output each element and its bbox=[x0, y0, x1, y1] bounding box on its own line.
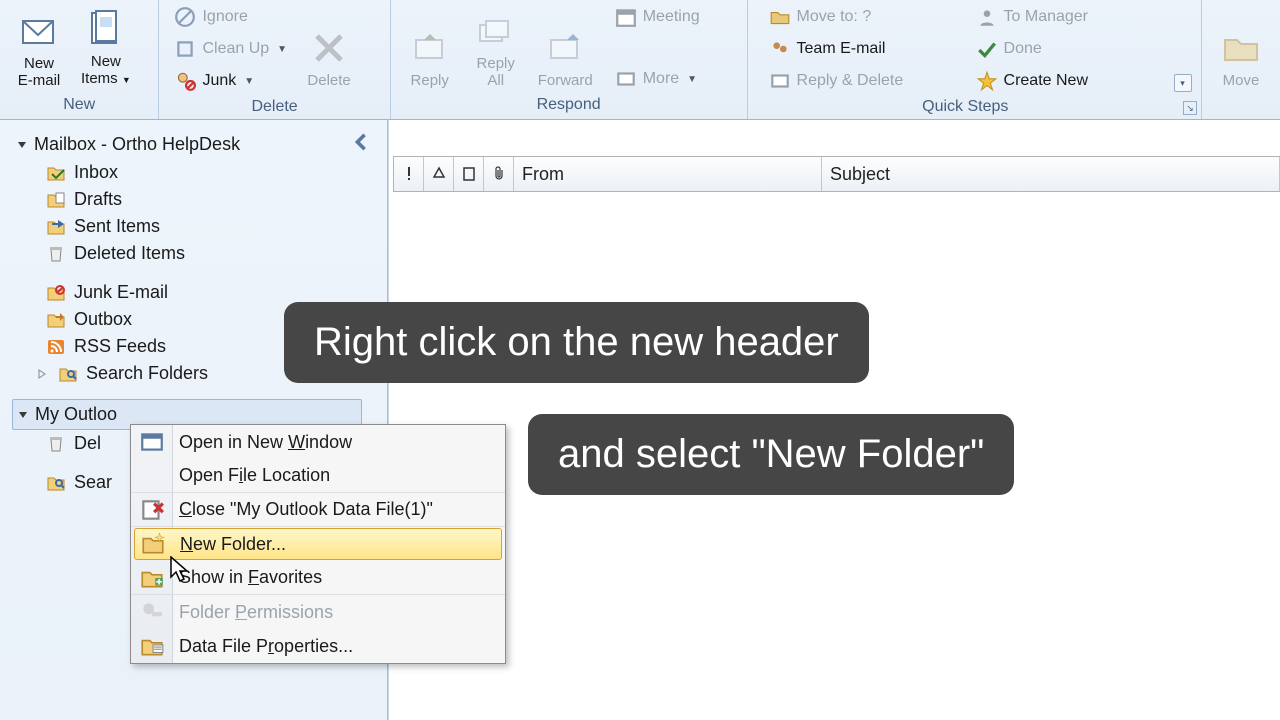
expander-icon bbox=[17, 409, 29, 421]
more-respond-button[interactable]: More▼ bbox=[606, 64, 709, 94]
cleanup-icon bbox=[174, 38, 196, 60]
properties-icon bbox=[139, 633, 165, 659]
ctx-close-datafile[interactable]: Close "My Outlook Data File(1)" bbox=[131, 493, 505, 527]
new-items-icon bbox=[86, 9, 126, 49]
folder-drafts[interactable]: Drafts bbox=[12, 186, 387, 213]
col-importance[interactable] bbox=[394, 157, 424, 191]
createnew-icon bbox=[976, 70, 998, 92]
mouse-cursor bbox=[170, 556, 192, 584]
trash-icon bbox=[46, 435, 66, 453]
close-file-icon bbox=[139, 497, 165, 523]
cleanup-button[interactable]: Clean Up▼ bbox=[165, 34, 296, 64]
outbox-icon bbox=[46, 311, 66, 329]
permissions-icon bbox=[139, 599, 165, 625]
team-icon bbox=[769, 38, 791, 60]
ribbon-group-new: New E-mail New Items ▼ New bbox=[0, 0, 159, 119]
mailbox-header-label: Mailbox - Ortho HelpDesk bbox=[34, 134, 240, 155]
message-list-header: From Subject bbox=[393, 156, 1280, 192]
folder-move-icon bbox=[769, 6, 791, 28]
ignore-icon bbox=[174, 6, 196, 28]
forward-button[interactable]: Forward bbox=[529, 0, 602, 92]
datafile-header-label: My Outloo bbox=[35, 404, 117, 425]
reply-button[interactable]: Reply bbox=[397, 0, 463, 92]
ctx-open-new-window[interactable]: Open in New Window bbox=[131, 425, 505, 459]
search-folder-icon bbox=[58, 365, 78, 383]
col-subject[interactable]: Subject bbox=[822, 157, 1280, 191]
qs-team[interactable]: Team E-mail bbox=[760, 34, 961, 64]
new-email-icon bbox=[19, 11, 59, 51]
col-attachment[interactable] bbox=[484, 157, 514, 191]
ribbon-group-respond-label: Respond bbox=[391, 94, 747, 119]
new-email-label: New E-mail bbox=[18, 55, 61, 89]
folder-inbox[interactable]: Inbox bbox=[12, 159, 387, 186]
new-items-button[interactable]: New Items ▼ bbox=[72, 0, 140, 92]
trash-icon bbox=[46, 245, 66, 263]
drafts-icon bbox=[46, 191, 66, 209]
manager-icon bbox=[976, 6, 998, 28]
qs-done[interactable]: Done bbox=[967, 34, 1168, 64]
delete-button[interactable]: Delete bbox=[296, 0, 362, 92]
meeting-button[interactable]: Meeting bbox=[606, 2, 709, 32]
delete-icon bbox=[309, 28, 349, 68]
ribbon-group-new-label: New bbox=[0, 94, 158, 119]
context-menu: Open in New Window Open File Location Cl… bbox=[130, 424, 506, 664]
col-icon[interactable] bbox=[454, 157, 484, 191]
ribbon-group-delete: Ignore Clean Up▼ Junk▼ Delete Delete bbox=[159, 0, 390, 119]
ribbon-group-quicksteps-label: Quick Steps bbox=[748, 96, 1183, 121]
qs-manager[interactable]: To Manager bbox=[967, 2, 1168, 32]
junk-folder-icon bbox=[46, 284, 66, 302]
new-email-button[interactable]: New E-mail bbox=[6, 0, 72, 92]
expander-icon bbox=[16, 139, 28, 151]
ribbon-group-delete-label: Delete bbox=[159, 96, 389, 121]
sent-icon bbox=[46, 218, 66, 236]
tutorial-callout-2: and select "New Folder" bbox=[528, 414, 1014, 495]
junk-button[interactable]: Junk▼ bbox=[165, 66, 296, 96]
ctx-datafile-properties[interactable]: Data File Properties... bbox=[131, 629, 505, 663]
new-items-label: New Items ▼ bbox=[81, 53, 131, 89]
qs-expand-button[interactable]: ▾ bbox=[1174, 74, 1192, 92]
ribbon-group-respond: Reply Reply All Forward Meeting More▼ bbox=[391, 0, 748, 119]
meeting-icon bbox=[615, 6, 637, 28]
reply-all-button[interactable]: Reply All bbox=[463, 0, 529, 92]
done-icon bbox=[976, 38, 998, 60]
ribbon: New E-mail New Items ▼ New Ignore Clean … bbox=[0, 0, 1280, 120]
window-icon bbox=[139, 429, 165, 455]
folder-deleted[interactable]: Deleted Items bbox=[12, 240, 387, 267]
inbox-icon bbox=[46, 164, 66, 182]
collapse-nav-button[interactable] bbox=[349, 130, 373, 154]
move-icon bbox=[1221, 28, 1261, 68]
ctx-folder-permissions[interactable]: Folder Permissions bbox=[131, 595, 505, 629]
replydelete-icon bbox=[769, 70, 791, 92]
rss-icon bbox=[46, 338, 66, 356]
col-reminder[interactable] bbox=[424, 157, 454, 191]
col-from[interactable]: From bbox=[514, 157, 822, 191]
qs-moveto[interactable]: Move to: ? bbox=[760, 2, 961, 32]
ignore-button[interactable]: Ignore bbox=[165, 2, 296, 32]
ribbon-group-move: Move bbox=[1202, 0, 1280, 119]
ribbon-group-quicksteps: Move to: ? To Manager Team E-mail Done R… bbox=[748, 0, 1202, 119]
forward-icon bbox=[545, 28, 585, 68]
folder-sent[interactable]: Sent Items bbox=[12, 213, 387, 240]
more-icon bbox=[615, 68, 637, 90]
junk-icon bbox=[174, 70, 196, 92]
expander-right-icon bbox=[36, 368, 48, 380]
reply-icon bbox=[410, 28, 450, 68]
qs-replydelete[interactable]: Reply & Delete bbox=[760, 66, 961, 96]
search-folder-icon bbox=[46, 474, 66, 492]
move-button[interactable]: Move bbox=[1208, 0, 1274, 92]
mailbox-header[interactable]: Mailbox - Ortho HelpDesk bbox=[12, 130, 387, 159]
reply-all-icon bbox=[476, 11, 516, 51]
favorite-icon bbox=[139, 565, 165, 591]
ctx-open-file-location[interactable]: Open File Location bbox=[131, 459, 505, 493]
qs-createnew[interactable]: Create New bbox=[967, 66, 1168, 96]
new-folder-icon bbox=[140, 531, 166, 557]
qs-dialog-launcher[interactable]: ↘ bbox=[1183, 101, 1197, 115]
tutorial-callout-1: Right click on the new header bbox=[284, 302, 869, 383]
